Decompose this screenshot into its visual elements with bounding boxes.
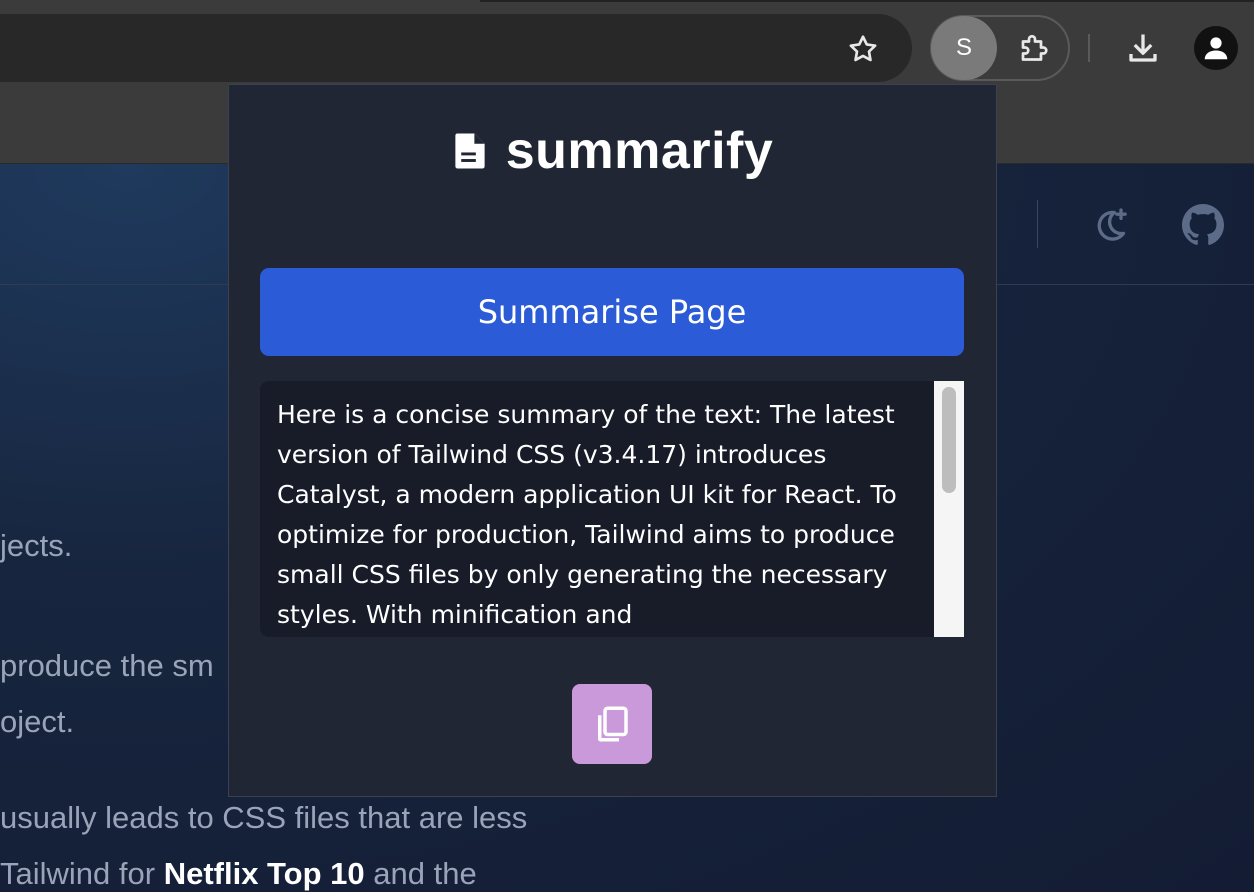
summary-text: Here is a concise summary of the text: T… — [277, 400, 897, 629]
page-text-line-3: oject. — [0, 704, 75, 739]
person-icon — [1204, 37, 1228, 60]
copy-summary-button[interactable] — [572, 684, 652, 764]
summary-scrollbar[interactable] — [934, 381, 964, 637]
toolbar-separator — [1088, 34, 1090, 62]
theme-toggle-button[interactable] — [1088, 202, 1134, 248]
summarify-extension-button[interactable]: S — [931, 16, 997, 80]
page-text-segment: and the — [364, 856, 477, 891]
app-title: summarify — [505, 122, 774, 180]
document-icon — [455, 133, 485, 169]
summarise-page-button[interactable]: Summarise Page — [260, 268, 964, 356]
popup-header: summarify — [229, 121, 996, 181]
github-icon — [1182, 204, 1224, 245]
page-text-line-1: jects. — [0, 528, 73, 563]
copy-icon — [598, 706, 628, 742]
header-separator — [1037, 200, 1038, 248]
github-link[interactable] — [1180, 202, 1226, 248]
downloads-button[interactable] — [1120, 25, 1166, 71]
address-bar[interactable] — [0, 14, 912, 82]
page-text-line-5: Tailwind for Netflix Top 10 and the — [0, 856, 477, 892]
bookmark-star-button[interactable] — [840, 26, 886, 72]
summarify-popup: summarify Summarise Page Here is a conci… — [228, 84, 997, 797]
scrollbar-thumb[interactable] — [942, 387, 956, 493]
page-text-line-4: usually leads to CSS files that are less — [0, 800, 528, 835]
extension-badge-letter: S — [955, 34, 972, 61]
netflix-link-text[interactable]: Netflix Top 10 — [164, 856, 365, 891]
puzzle-icon — [1021, 34, 1048, 61]
toolbar-top-edge — [480, 0, 1254, 2]
page-text-segment: Tailwind for — [0, 856, 164, 891]
download-icon — [1129, 34, 1157, 62]
profile-button[interactable] — [1194, 26, 1238, 70]
extensions-menu-button[interactable] — [1012, 26, 1058, 72]
page-text-line-2: produce the sm — [0, 648, 214, 683]
moon-stars-icon — [1097, 208, 1127, 241]
star-icon — [849, 35, 877, 62]
summary-output[interactable]: Here is a concise summary of the text: T… — [260, 381, 964, 637]
